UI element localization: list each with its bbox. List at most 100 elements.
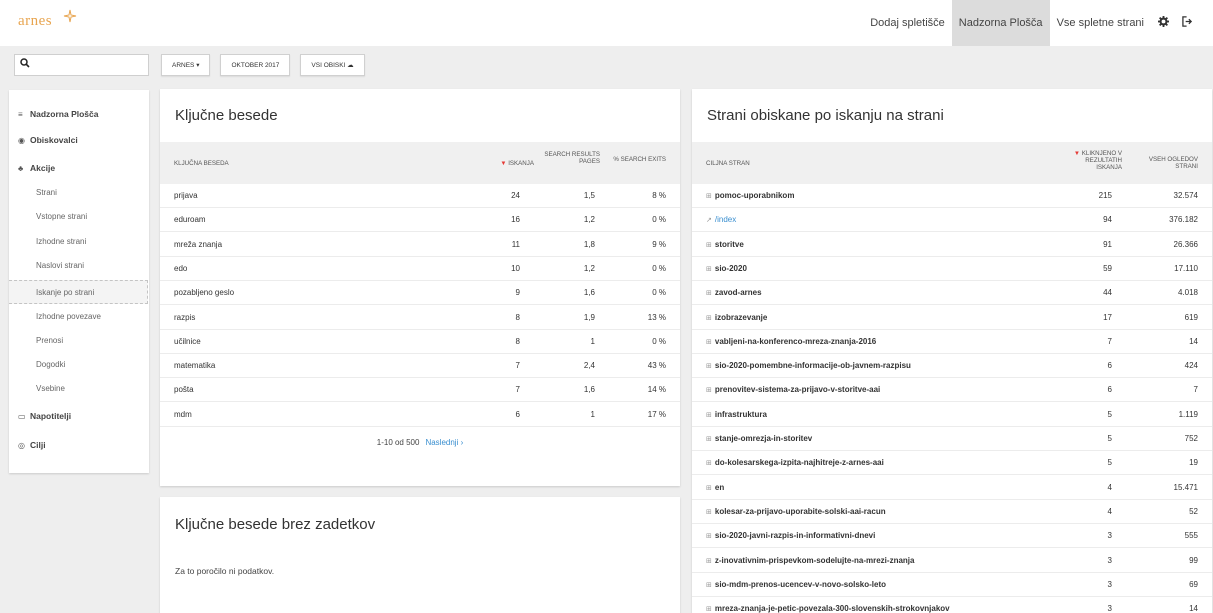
expand-row-icon[interactable]: ⊞ <box>706 266 712 273</box>
table-row[interactable]: razpis 8 1,9 13 % <box>160 306 680 330</box>
expand-row-icon[interactable]: ⊞ <box>706 290 712 297</box>
target-page-cell[interactable]: ⊞ sio-2020-javni-razpis-in-informativni-d… <box>706 524 1046 548</box>
target-page-cell[interactable]: ⊞ izobrazevanje <box>706 306 1046 330</box>
table-row[interactable]: ⊞ izobrazevanje 17 619 <box>692 306 1212 330</box>
table-row[interactable]: ⊞ infrastruktura 5 1.119 <box>692 403 1212 427</box>
nav-all-sites[interactable]: Vse spletne strani <box>1050 0 1151 46</box>
table-row[interactable]: ⊞ z-inovativnim-prispevkom-sodelujte-na-m… <box>692 549 1212 573</box>
target-page-cell[interactable]: ⊞ do-kolesarskega-izpita-najhitreje-z-arn… <box>706 451 1046 475</box>
table-row[interactable]: ⊞ sio-2020-javni-razpis-in-informativni-d… <box>692 524 1212 549</box>
table-row[interactable]: matematika 7 2,4 43 % <box>160 354 680 379</box>
table-row[interactable]: ⊞ pomoc-uporabnikom 215 32.574 <box>692 184 1212 208</box>
arnes-logo[interactable]: arnes <box>18 9 77 30</box>
target-page-cell[interactable]: ⊞ sio-mdm-prenos-ucencev-v-novo-solsko-le… <box>706 573 1046 597</box>
sidebar-item-outlinks[interactable]: Izhodne povezave <box>9 305 149 329</box>
expand-row-icon[interactable]: ⊞ <box>706 436 712 443</box>
table-row[interactable]: ⊞ sio-2020 59 17.110 <box>692 257 1212 281</box>
target-page-cell[interactable]: ⊞ storitve <box>706 233 1046 257</box>
sidebar-item-referrers[interactable]: ▭ Napotitelji <box>9 404 149 428</box>
table-row[interactable]: ⊞ vabljeni-na-konferenco-mreza-znanja-201… <box>692 330 1212 354</box>
expand-row-icon[interactable]: ⊞ <box>706 606 712 613</box>
target-page-cell[interactable]: ⊞ kolesar-za-prijavo-uporabite-solski-aai… <box>706 500 1046 524</box>
target-page-cell[interactable]: ⊞ stanje-omrezja-in-storitev <box>706 427 1046 451</box>
table-row[interactable]: ⊞ storitve 91 26.366 <box>692 233 1212 257</box>
target-page-cell[interactable]: ⊞ pomoc-uporabnikom <box>706 184 1046 208</box>
target-page-label: pomoc-uporabnikom <box>714 191 795 200</box>
expand-row-icon[interactable]: ⊞ <box>706 558 712 565</box>
expand-row-icon[interactable]: ⊞ <box>706 460 712 467</box>
table-row[interactable]: ⊞ kolesar-za-prijavo-uporabite-solski-aai… <box>692 500 1212 524</box>
table-row[interactable]: pošta 7 1,6 14 % <box>160 378 680 403</box>
table-row[interactable]: učilnice 8 1 0 % <box>160 330 680 354</box>
expand-row-icon[interactable]: ⊞ <box>706 387 712 394</box>
table-row[interactable]: ⊞ sio-2020-pomembne-informacije-ob-javnem… <box>692 354 1212 379</box>
expand-row-icon[interactable]: ⊞ <box>706 509 712 516</box>
table-row[interactable]: mdm 6 1 17 % <box>160 403 680 427</box>
target-page-cell[interactable]: ⊞ zavod-arnes <box>706 281 1046 305</box>
table-row[interactable]: ⊞ sio-mdm-prenos-ucencev-v-novo-solsko-le… <box>692 573 1212 597</box>
table-row[interactable]: edo 10 1,2 0 % <box>160 257 680 281</box>
table-row[interactable]: ⊞ en 4 15.471 <box>692 476 1212 500</box>
target-page-cell[interactable]: ⊞ infrastruktura <box>706 403 1046 427</box>
col-searches[interactable]: ▼ ISKANJA <box>460 160 534 167</box>
period-selector-button[interactable]: OKTOBER 2017 <box>220 54 291 76</box>
sidebar-item-pages[interactable]: Strani <box>9 181 149 205</box>
nav-dashboard[interactable]: Nadzorna Plošča <box>951 0 1050 46</box>
nav-add-site[interactable]: Dodaj spletišče <box>863 0 952 46</box>
pager-next-link[interactable]: Naslednji › <box>425 438 463 447</box>
sidebar-item-actions[interactable]: ♣ Akcije <box>9 156 149 180</box>
expand-row-icon[interactable]: ⊞ <box>706 485 712 492</box>
expand-row-icon[interactable]: ⊞ <box>706 339 712 346</box>
expand-row-icon[interactable]: ⊞ <box>706 193 712 200</box>
expand-row-icon[interactable]: ⊞ <box>706 582 712 589</box>
clicked-cell: 3 <box>1107 555 1112 565</box>
sidebar-item-dashboard[interactable]: ≡ Nadzorna Plošča <box>9 102 149 126</box>
target-page-cell[interactable]: ↗/index <box>706 208 1046 232</box>
page-link-icon[interactable]: ↗ <box>706 217 712 224</box>
site-search[interactable] <box>14 54 149 76</box>
target-page-cell[interactable]: ⊞ prenovitev-sistema-za-prijavo-v-storitv… <box>706 378 1046 402</box>
col-search-exits[interactable]: % SEARCH EXITS <box>610 156 666 163</box>
col-clicked-in-results[interactable]: ▼ KLIKNJENO V REZULTATIH ISKANJA <box>1032 150 1122 171</box>
expand-row-icon[interactable]: ⊞ <box>706 412 712 419</box>
logout-icon[interactable] <box>1175 16 1199 30</box>
sidebar-item-goals[interactable]: ◎ Cilji <box>9 433 149 457</box>
target-page-cell[interactable]: ⊞ sio-2020-pomembne-informacije-ob-javnem… <box>706 354 1046 378</box>
table-row[interactable]: ⊞ stanje-omrezja-in-storitev 5 752 <box>692 427 1212 451</box>
col-target-page[interactable]: CILJNA STRAN <box>706 160 750 167</box>
search-input[interactable] <box>33 57 143 73</box>
gear-icon[interactable] <box>1151 16 1175 30</box>
table-row[interactable]: ⊞ zavod-arnes 44 4.018 <box>692 281 1212 306</box>
target-page-cell[interactable]: ⊞ mreza-znanja-je-petic-povezala-300-slov… <box>706 597 1046 613</box>
site-selector-button[interactable]: ARNES ▾ <box>161 54 211 76</box>
table-row[interactable]: mreža znanja 11 1,8 9 % <box>160 233 680 257</box>
table-row[interactable]: eduroam 16 1,2 0 % <box>160 208 680 233</box>
table-row[interactable]: prijava 24 1,5 8 % <box>160 184 680 208</box>
sidebar-item-page-titles[interactable]: Naslovi strani <box>9 254 149 278</box>
sidebar-item-exit-pages[interactable]: Izhodne strani <box>9 230 149 254</box>
col-total-pageviews[interactable]: VSEH OGLEDOV STRANI <box>1132 156 1198 170</box>
col-search-results-pages[interactable]: SEARCH RESULTS PAGES <box>540 151 600 165</box>
target-page-cell[interactable]: ⊞ en <box>706 476 1046 500</box>
expand-row-icon[interactable]: ⊞ <box>706 363 712 370</box>
expand-row-icon[interactable]: ⊞ <box>706 315 712 322</box>
target-page-cell[interactable]: ⊞ vabljeni-na-konferenco-mreza-znanja-201… <box>706 330 1046 354</box>
sidebar-item-events[interactable]: Dogodki <box>9 353 149 377</box>
exits-cell: 0 % <box>652 288 666 298</box>
table-row[interactable]: pozabljeno geslo 9 1,6 0 % <box>160 281 680 306</box>
sidebar-item-site-search[interactable]: Iskanje po strani <box>9 280 148 304</box>
target-page-cell[interactable]: ⊞ z-inovativnim-prispevkom-sodelujte-na-m… <box>706 549 1046 573</box>
sidebar-item-downloads[interactable]: Prenosi <box>9 329 149 353</box>
segment-selector-button[interactable]: VSI OBISKI ☁ <box>300 54 365 76</box>
sidebar-item-entry-pages[interactable]: Vstopne strani <box>9 205 149 229</box>
table-row[interactable]: ⊞ do-kolesarskega-izpita-najhitreje-z-arn… <box>692 451 1212 476</box>
col-keyword[interactable]: KLJUČNA BESEDA <box>174 160 229 167</box>
target-page-cell[interactable]: ⊞ sio-2020 <box>706 257 1046 281</box>
expand-row-icon[interactable]: ⊞ <box>706 533 712 540</box>
table-row[interactable]: ⊞ mreza-znanja-je-petic-povezala-300-slov… <box>692 597 1212 613</box>
table-row[interactable]: ↗/index 94 376.182 <box>692 208 1212 233</box>
sidebar-item-contents[interactable]: Vsebine <box>9 377 149 401</box>
expand-row-icon[interactable]: ⊞ <box>706 242 712 249</box>
sidebar-item-visitors[interactable]: ◉ Obiskovalci <box>9 128 149 152</box>
table-row[interactable]: ⊞ prenovitev-sistema-za-prijavo-v-storitv… <box>692 378 1212 403</box>
